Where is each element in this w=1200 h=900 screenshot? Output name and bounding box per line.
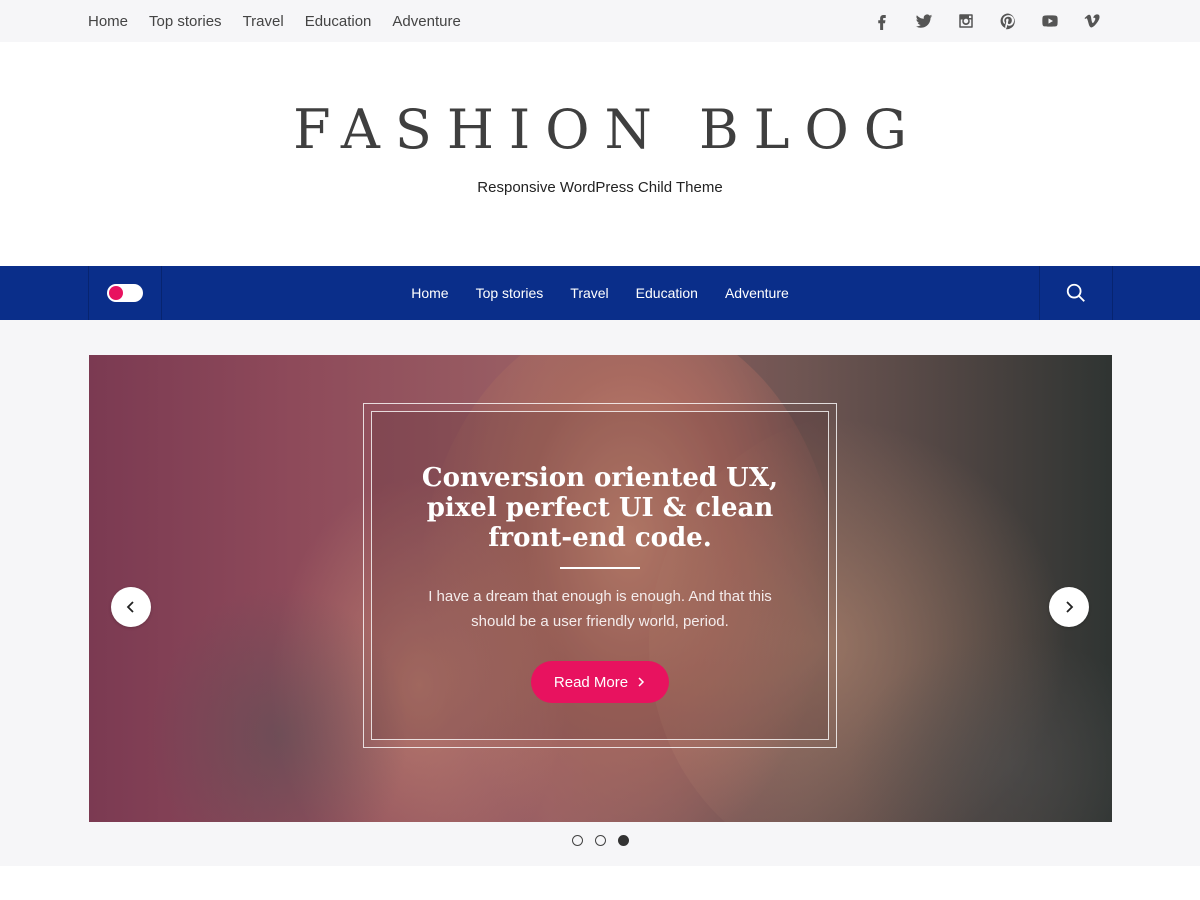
pinterest-icon[interactable]	[998, 11, 1018, 31]
slide-description: I have a dream that enough is enough. An…	[410, 584, 790, 634]
search-box[interactable]	[1039, 266, 1113, 320]
slide-title-line: Conversion oriented UX,	[421, 463, 779, 493]
dark-mode-toggle[interactable]	[107, 284, 143, 302]
top-nav-top-stories[interactable]: Top stories	[149, 13, 222, 30]
site-title[interactable]: FASHION BLOG	[0, 98, 1200, 161]
chevron-right-icon	[1066, 601, 1074, 613]
slider-prev-button[interactable]	[111, 587, 151, 627]
main-nav-education[interactable]: Education	[636, 285, 698, 301]
chevron-left-icon	[126, 601, 134, 613]
toggle-knob	[109, 286, 123, 300]
slider-dot[interactable]	[571, 835, 583, 846]
facebook-icon[interactable]	[872, 11, 892, 31]
main-nav-links: Home Top stories Travel Education Advent…	[0, 266, 1200, 320]
main-nav: Home Top stories Travel Education Advent…	[0, 266, 1200, 320]
slider-dot-active[interactable]	[617, 835, 629, 846]
slider-pagination	[0, 835, 1200, 846]
read-more-label: Read More	[553, 673, 629, 691]
slider-dot[interactable]	[594, 835, 606, 846]
top-nav-education[interactable]: Education	[305, 13, 372, 30]
read-more-button[interactable]: Read More	[531, 661, 669, 703]
vimeo-icon[interactable]	[1082, 11, 1102, 31]
slide-title-line: pixel perfect UI & clean	[426, 493, 774, 523]
youtube-icon[interactable]	[1040, 11, 1060, 31]
slide-title-line: front-end code.	[488, 523, 712, 553]
site-tagline: Responsive WordPress Child Theme	[477, 179, 723, 196]
slide-description-line: I have a dream that enough is enough. An…	[428, 588, 772, 605]
main-nav-travel[interactable]: Travel	[570, 285, 608, 301]
slider-next-button[interactable]	[1049, 587, 1089, 627]
top-nav-travel[interactable]: Travel	[243, 13, 284, 30]
top-nav: Home Top stories Travel Education Advent…	[88, 0, 461, 42]
search-icon	[1066, 283, 1085, 302]
main-nav-home[interactable]: Home	[411, 285, 448, 301]
dark-mode-toggle-box	[88, 266, 162, 320]
site-header: FASHION BLOG Responsive WordPress Child …	[0, 42, 1200, 266]
main-nav-top-stories[interactable]: Top stories	[476, 285, 544, 301]
slide-title: Conversion oriented UX, pixel perfect UI…	[371, 463, 829, 553]
top-nav-adventure[interactable]: Adventure	[392, 13, 460, 30]
instagram-icon[interactable]	[956, 11, 976, 31]
chevron-right-icon	[638, 677, 645, 687]
top-nav-home[interactable]: Home	[88, 13, 128, 30]
twitter-icon[interactable]	[914, 11, 934, 31]
main-nav-adventure[interactable]: Adventure	[725, 285, 789, 301]
top-bar: Home Top stories Travel Education Advent…	[0, 0, 1200, 42]
slide-divider	[560, 567, 640, 569]
social-links	[872, 0, 1102, 42]
slide-description-line: should be a user friendly world, period.	[471, 613, 729, 630]
